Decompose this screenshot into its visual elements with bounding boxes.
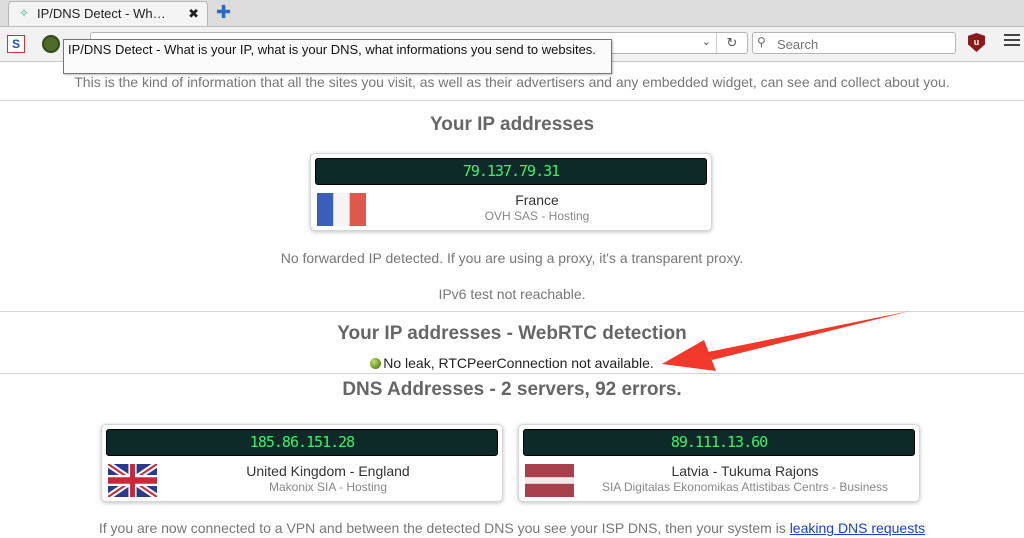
divider [0, 311, 1024, 312]
ip-address: 79.137.79.31 [315, 158, 707, 185]
search-input[interactable] [775, 34, 949, 54]
new-tab-icon[interactable]: ✚ [216, 2, 231, 22]
dns-ip-address: 89.111.13.60 [523, 429, 915, 456]
ublock-shield-icon[interactable]: u [968, 33, 985, 52]
page-title-tooltip: IP/DNS Detect - What is your IP, what is… [63, 39, 612, 74]
search-box[interactable]: ⚲ [752, 32, 956, 54]
ip-isp: OVH SAS - Hosting [484, 209, 590, 223]
reload-icon[interactable]: ↻ [716, 33, 747, 53]
dns-country: Latvia - Tukuma Rajons [671, 463, 819, 479]
webrtc-status-text: No leak, RTCPeerConnection not available… [383, 355, 654, 371]
tab-title: IP/DNS Detect - Wh… [37, 6, 166, 21]
dns-ip-address: 185.86.151.28 [106, 429, 498, 456]
latvia-flag-icon [525, 464, 574, 497]
extension-s-icon[interactable]: S [7, 35, 25, 53]
tab-favicon-icon: ✧ [19, 6, 30, 20]
tab-bar: ✧ IP/DNS Detect - Wh… ✖ ✚ [0, 0, 1024, 27]
dns-server-card: 185.86.151.28 United Kingdom - England M… [101, 424, 503, 502]
dns-isp: SIA Digitalas Ekonomikas Attistibas Cent… [601, 480, 889, 494]
webrtc-section-title: Your IP addresses - WebRTC detection [337, 323, 687, 344]
divider [0, 373, 1024, 374]
tor-onion-icon[interactable] [42, 35, 60, 53]
webrtc-status: No leak, RTCPeerConnection not available… [0, 355, 1024, 371]
ip-country: France [515, 192, 559, 208]
browser-tab[interactable]: ✧ IP/DNS Detect - Wh… ✖ [8, 1, 208, 26]
url-dropdown-icon[interactable]: ⌄ [702, 35, 711, 48]
dns-country: United Kingdom - England [246, 463, 410, 479]
hamburger-menu-icon[interactable] [1004, 34, 1020, 49]
search-icon: ⚲ [757, 35, 766, 49]
footer-text: If you are now connected to a VPN and be… [98, 520, 790, 536]
forwarded-ip-note: No forwarded IP detected. If you are usi… [280, 250, 744, 266]
dns-section-title: DNS Addresses - 2 servers, 92 errors. [342, 379, 682, 400]
ip-section-title: Your IP addresses [429, 114, 595, 135]
tab-close-icon[interactable]: ✖ [188, 2, 199, 25]
dns-isp: Makonix SIA - Hosting [268, 480, 388, 494]
uk-flag-icon [108, 464, 157, 497]
ipv6-note: IPv6 test not reachable. [438, 286, 586, 302]
footer-note: If you are now connected to a VPN and be… [0, 520, 1024, 536]
ip-card: 79.137.79.31 France OVH SAS - Hosting [310, 153, 712, 231]
france-flag-icon [317, 193, 366, 226]
status-ok-icon [370, 358, 382, 369]
dns-server-card: 89.111.13.60 Latvia - Tukuma Rajons SIA … [518, 424, 920, 502]
leaking-dns-link[interactable]: leaking DNS requests [790, 520, 925, 536]
intro-text: This is the kind of information that all… [74, 74, 950, 90]
divider [0, 100, 1024, 101]
